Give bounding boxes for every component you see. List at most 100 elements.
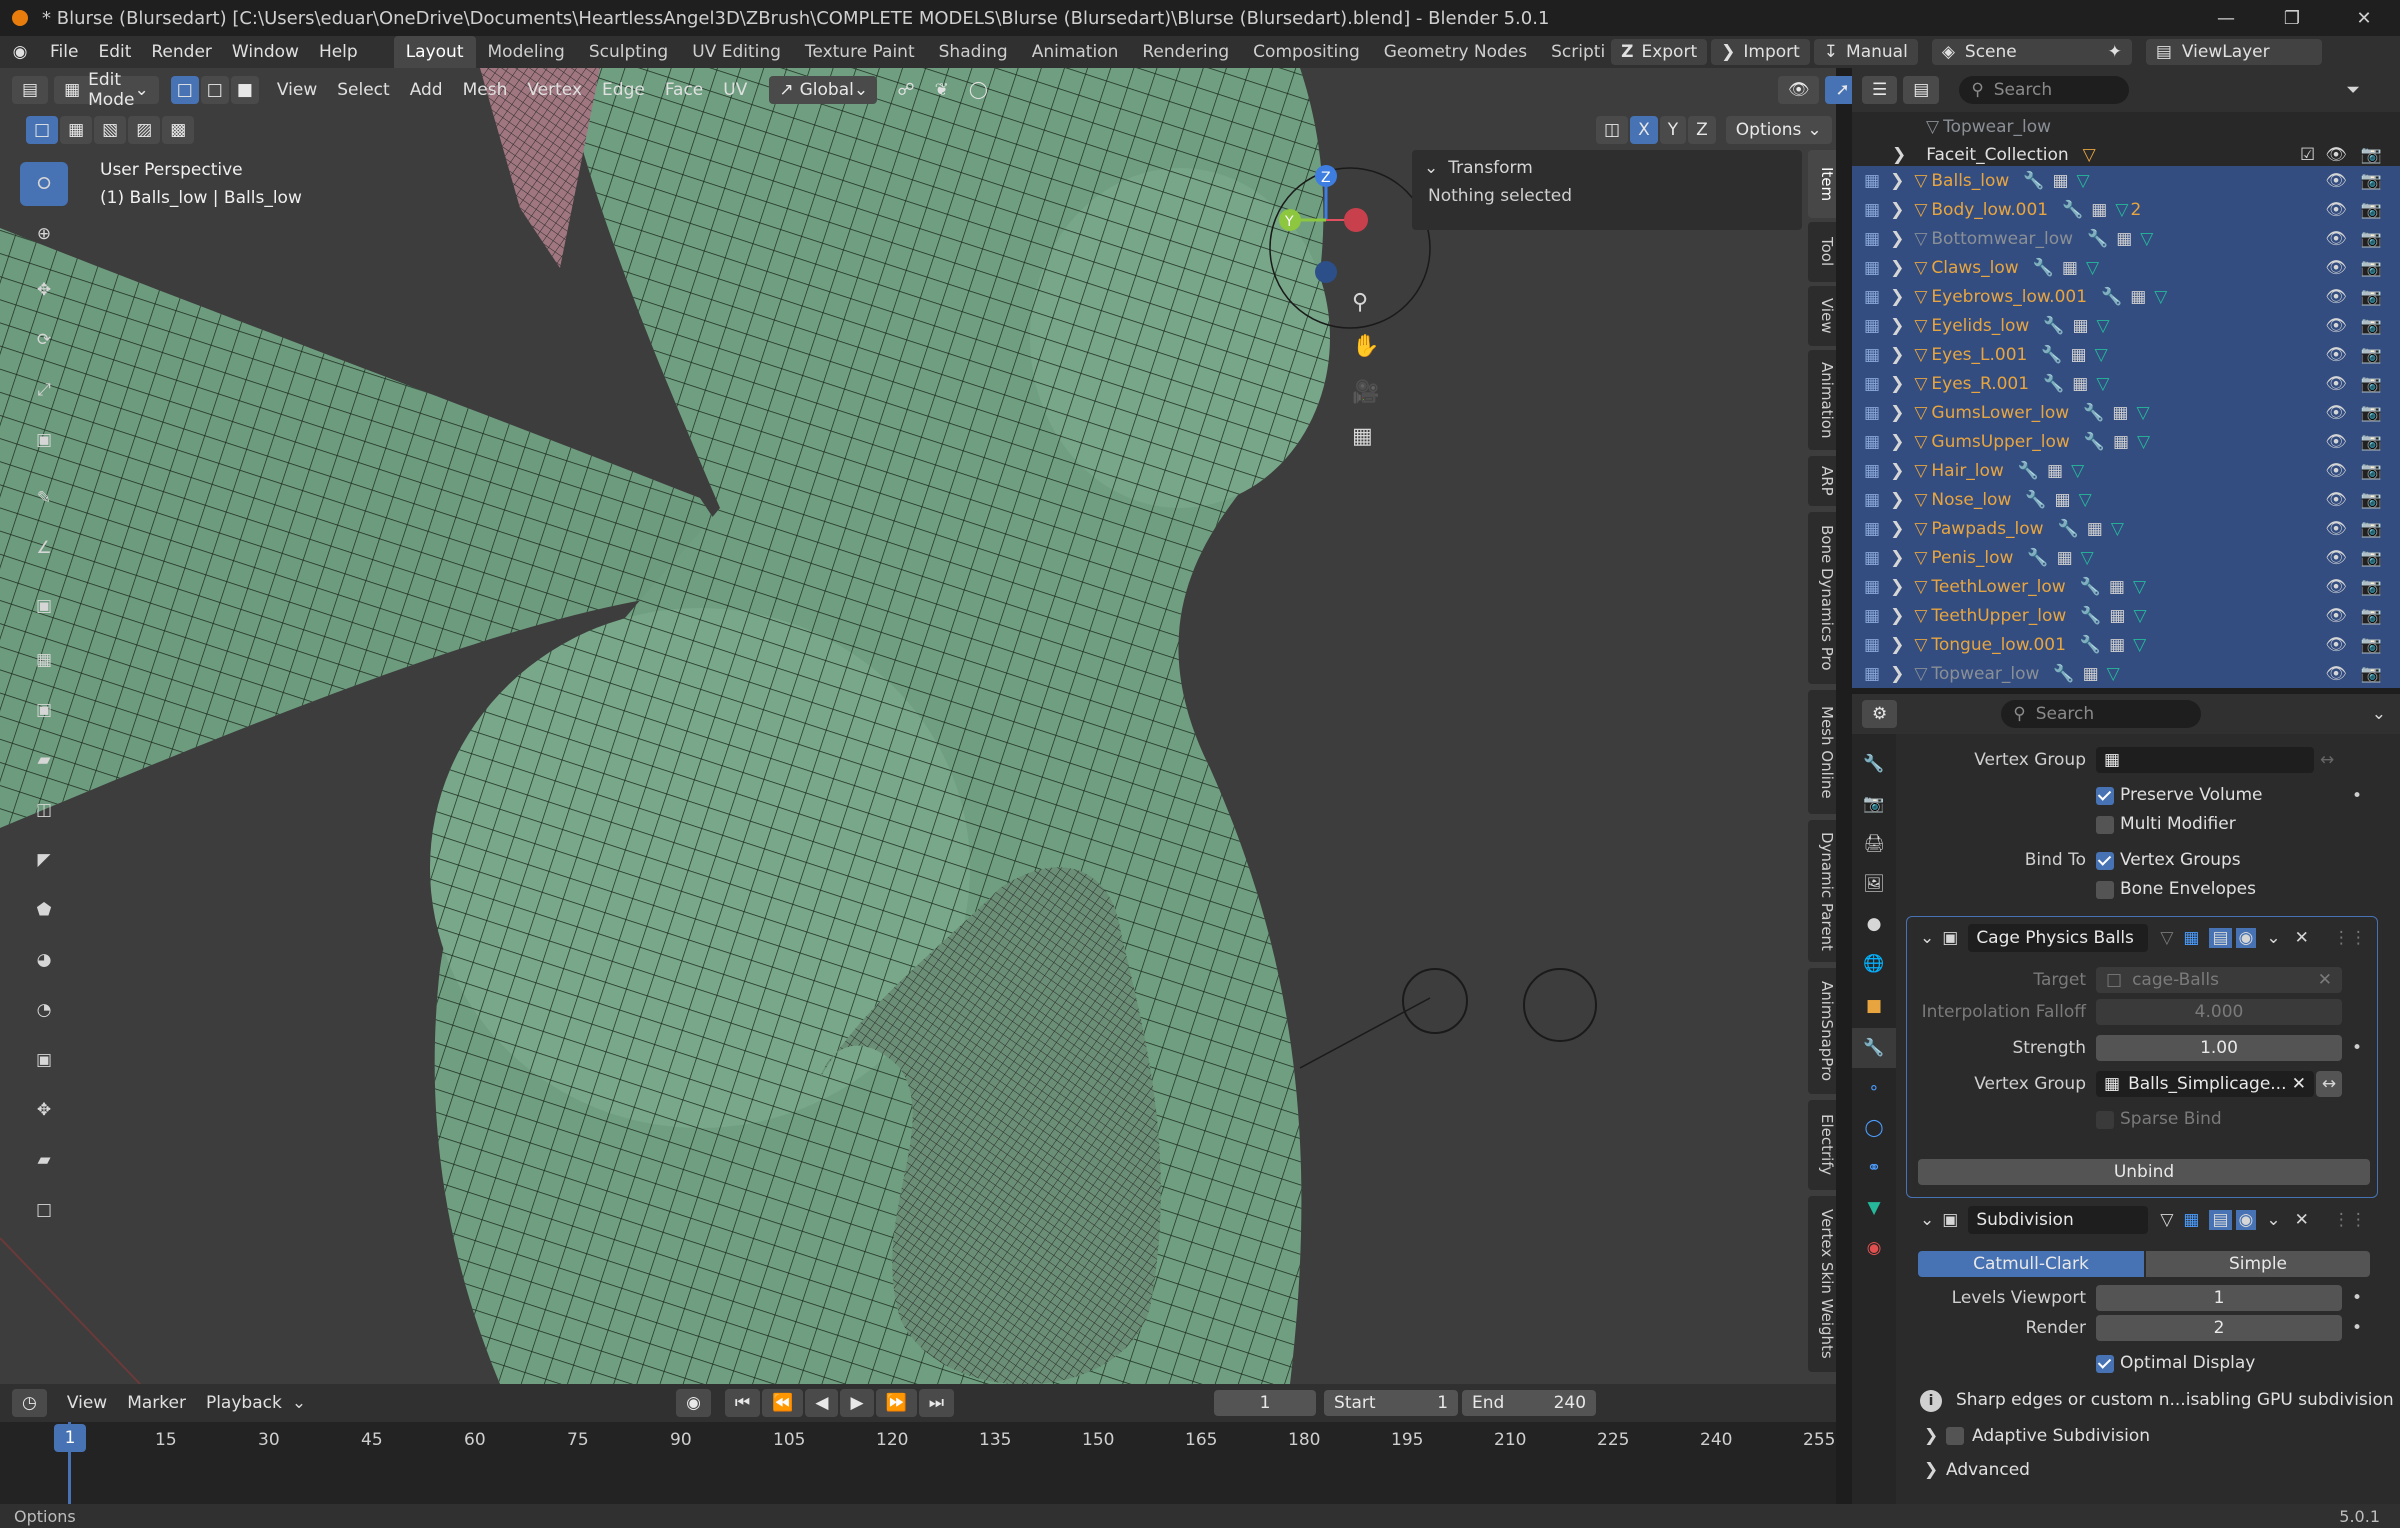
shrink-fatten-tool-icon[interactable]: ✥ [20, 1088, 68, 1132]
menu-render[interactable]: Render [141, 36, 222, 68]
axis-z-toggle[interactable]: Z [1688, 116, 1716, 144]
jump-end-icon[interactable]: ⏭ [918, 1389, 955, 1417]
play-reverse-icon[interactable]: ◀ [805, 1389, 839, 1417]
chevron-right-icon[interactable]: ❯ [1890, 606, 1904, 626]
outliner-row-penis-low[interactable]: ▦ ❯ ▽ Penis_low 🔧 ▦ ▽ 👁 📷 [1852, 543, 2400, 572]
render-camera-icon[interactable]: 📷 [2361, 606, 2382, 626]
levels-viewport-field[interactable]: 1 [2096, 1285, 2342, 1311]
chevron-right-icon[interactable]: ❯ [1892, 145, 1906, 165]
simple-button[interactable]: Simple [2146, 1251, 2370, 1277]
outliner-row-partial[interactable]: ▽ Topwear_low [1852, 112, 2400, 141]
outliner-row-balls-low[interactable]: ▦ ❯ ▽ Balls_low 🔧 ▦ ▽ 👁 📷 [1852, 166, 2400, 195]
particles-tab-icon[interactable]: ∘ [1852, 1068, 1896, 1108]
tab-animsnappro[interactable]: AnimSnapPro [1808, 968, 1836, 1094]
menu-file[interactable]: File [40, 36, 88, 68]
menu-select[interactable]: Select [327, 80, 399, 100]
tab-rendering[interactable]: Rendering [1130, 36, 1241, 68]
tab-scripting[interactable]: Scripting [1539, 36, 1605, 68]
tab-view[interactable]: View [1808, 286, 1836, 346]
manual-button[interactable]: ↧ Manual [1813, 39, 1918, 65]
visibility-eye-icon[interactable]: 👁 [2325, 490, 2347, 510]
vertex-select-button[interactable]: □ [170, 76, 199, 104]
blender-menu-icon[interactable]: ◉ [0, 42, 40, 62]
render-camera-icon[interactable]: 📷 [2361, 287, 2382, 307]
edit-mode-toggle-icon[interactable]: ▽ [2160, 1210, 2173, 1230]
properties-editor-icon[interactable]: ⚙ [1862, 700, 1898, 728]
edge-select-button[interactable]: □ [200, 76, 229, 104]
keyframe-dot-icon[interactable]: • [2352, 1288, 2362, 1308]
chevron-right-icon[interactable]: ❯ [1890, 171, 1904, 191]
chevron-down-icon[interactable]: ⌄ [2266, 1210, 2280, 1230]
visibility-eye-icon[interactable]: 👁 [2325, 519, 2347, 539]
loop-cut-tool-icon[interactable]: ◫ [20, 788, 68, 832]
view-layer-tab-icon[interactable]: 🖼 [1852, 864, 1896, 904]
outliner-row-tongue-low-001[interactable]: ▦ ❯ ▽ Tongue_low.001 🔧 ▦ ▽ 👁 📷 [1852, 630, 2400, 659]
visibility-eye-icon[interactable]: 👁 [2325, 432, 2347, 452]
menu-uv[interactable]: UV [713, 80, 757, 100]
select-intersect-icon[interactable]: ▩ [162, 116, 195, 144]
drag-handle-icon[interactable]: ⋮⋮ [2333, 928, 2367, 948]
camera-icon[interactable]: 🎥 [1352, 380, 1379, 405]
tab-item[interactable]: Item [1808, 150, 1836, 218]
data-tab-icon[interactable]: ▼ [1852, 1188, 1896, 1228]
tab-mesh-online[interactable]: Mesh Online [1808, 690, 1836, 814]
view-layer-selector[interactable]: ▤ ViewLayer [2145, 39, 2322, 65]
render-camera-icon[interactable]: 📷 [2361, 664, 2382, 684]
outliner-row-pawpads-low[interactable]: ▦ ❯ ▽ Pawpads_low 🔧 ▦ ▽ 👁 📷 [1852, 514, 2400, 543]
chevron-right-icon[interactable]: ❯ [1890, 258, 1904, 278]
target-field[interactable]: □ cage-Balls ✕ [2096, 967, 2342, 993]
visibility-eye-icon[interactable]: 👁 [2325, 145, 2347, 165]
chevron-down-icon[interactable]: ⌄ [2266, 928, 2280, 948]
chevron-right-icon[interactable]: ❯ [1890, 432, 1904, 452]
menu-view[interactable]: View [267, 80, 327, 100]
import-button[interactable]: ❯ Import [1711, 39, 1810, 65]
grid-perspective-icon[interactable]: ▦ [1352, 424, 1373, 449]
outliner-row-body-low-001[interactable]: ▦ ❯ ▽ Body_low.001 🔧 ▦ ▽ 2 👁 📷 [1852, 195, 2400, 224]
render-camera-icon[interactable]: 📷 [2361, 258, 2382, 278]
multi-modifier-checkbox[interactable] [2096, 816, 2114, 834]
chevron-right-icon[interactable]: ❯ [1890, 345, 1904, 365]
outliner-row-teethupper-low[interactable]: ▦ ❯ ▽ TeethUpper_low 🔧 ▦ ▽ 👁 📷 [1852, 601, 2400, 630]
close-icon[interactable]: ✕ [2338, 0, 2390, 36]
axis-y-toggle[interactable]: Y [1659, 116, 1687, 144]
transform-header[interactable]: Transform [1448, 158, 1533, 178]
collection-checkbox-icon[interactable]: ☑ [2300, 145, 2315, 165]
visibility-eye-icon[interactable]: 👁 [2325, 664, 2347, 684]
visibility-eye-icon[interactable]: 👁 [2325, 548, 2347, 568]
visibility-icon[interactable]: 👁 [1777, 76, 1820, 104]
subdivision-name-field[interactable]: Subdivision [1968, 1206, 2149, 1234]
chevron-down-icon[interactable]: ⌄ [1920, 1210, 1934, 1230]
jump-key-back-icon[interactable]: ⏪ [762, 1389, 804, 1417]
visibility-eye-icon[interactable]: 👁 [2325, 229, 2347, 249]
unbind-button[interactable]: Unbind [1918, 1159, 2370, 1185]
drag-handle-icon[interactable]: ⋮⋮ [2333, 1210, 2367, 1230]
outliner-row-bottomwear-low[interactable]: ▦ ❯ ▽ Bottomwear_low 🔧 ▦ ▽ 👁 📷 [1852, 224, 2400, 253]
tab-layout[interactable]: Layout [393, 36, 476, 68]
visibility-eye-icon[interactable]: 👁 [2325, 345, 2347, 365]
remove-modifier-icon[interactable]: ✕ [2295, 1210, 2309, 1230]
axis-x-toggle[interactable]: X [1630, 116, 1658, 144]
render-tab-icon[interactable]: 📷 [1852, 784, 1896, 824]
render-toggle-icon[interactable]: ◉ [2235, 1210, 2257, 1230]
outliner-row-eyebrows-low-001[interactable]: ▦ ❯ ▽ Eyebrows_low.001 🔧 ▦ ▽ 👁 📷 [1852, 282, 2400, 311]
edit-mode-toggle-icon[interactable]: ▽ [2160, 928, 2173, 948]
render-camera-icon[interactable]: 📷 [2361, 200, 2382, 220]
render-camera-icon[interactable]: 📷 [2361, 374, 2382, 394]
visibility-eye-icon[interactable]: 👁 [2325, 171, 2347, 191]
tab-bone-dynamics-pro[interactable]: Bone Dynamics Pro [1808, 512, 1836, 684]
chevron-right-icon[interactable]: ❯ [1890, 229, 1904, 249]
proportional-edit-icon[interactable]: ◯ [959, 80, 998, 100]
timeline-menu-playback[interactable]: Playback [196, 1393, 292, 1413]
outliner-row-gumslower-low[interactable]: ▦ ❯ ▽ GumsLower_low 🔧 ▦ ▽ 👁 📷 [1852, 398, 2400, 427]
modifier-name-field[interactable]: Cage Physics Balls [1968, 924, 2149, 952]
chevron-down-icon[interactable]: ⌄ [1920, 928, 1934, 948]
render-camera-icon[interactable]: 📷 [2361, 577, 2382, 597]
shear-tool-icon[interactable]: ▰ [20, 1138, 68, 1182]
preserve-volume-checkbox[interactable] [2096, 787, 2114, 805]
display-mode-icon[interactable]: ▤ [1903, 76, 1940, 104]
smooth-tool-icon[interactable]: ◔ [20, 988, 68, 1032]
visibility-eye-icon[interactable]: 👁 [2325, 577, 2347, 597]
outliner-row-eyelids-low[interactable]: ▦ ❯ ▽ Eyelids_low 🔧 ▦ ▽ 👁 📷 [1852, 311, 2400, 340]
render-camera-icon[interactable]: 📷 [2361, 432, 2382, 452]
visibility-eye-icon[interactable]: 👁 [2325, 606, 2347, 626]
